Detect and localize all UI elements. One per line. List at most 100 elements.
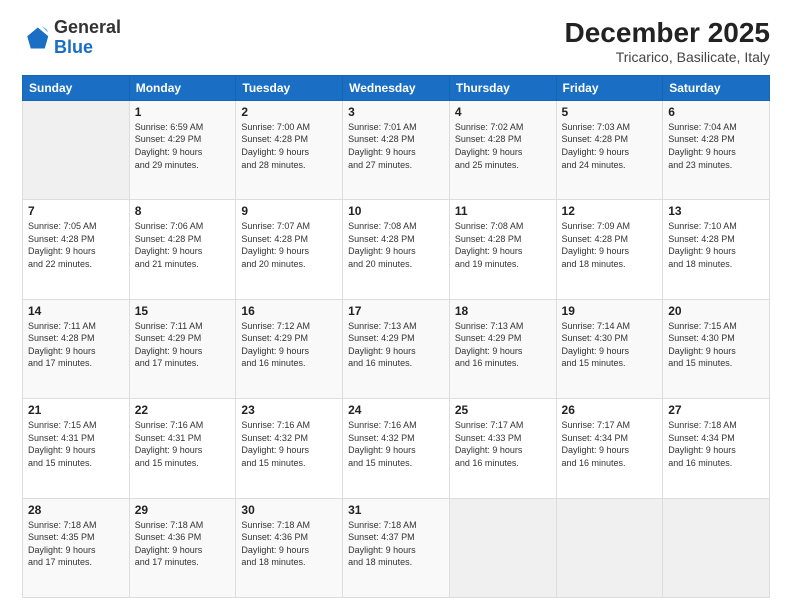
day-number: 4 <box>455 105 551 119</box>
calendar-week-1: 1Sunrise: 6:59 AM Sunset: 4:29 PM Daylig… <box>23 100 770 199</box>
day-number: 9 <box>241 204 337 218</box>
calendar-week-4: 21Sunrise: 7:15 AM Sunset: 4:31 PM Dayli… <box>23 399 770 498</box>
calendar-cell: 1Sunrise: 6:59 AM Sunset: 4:29 PM Daylig… <box>129 100 236 199</box>
day-info: Sunrise: 7:14 AM Sunset: 4:30 PM Dayligh… <box>562 320 658 370</box>
calendar-title: December 2025 <box>565 18 770 49</box>
day-info: Sunrise: 7:18 AM Sunset: 4:37 PM Dayligh… <box>348 519 444 569</box>
day-number: 7 <box>28 204 124 218</box>
col-monday: Monday <box>129 75 236 100</box>
calendar-cell: 16 Sunrise: 7:12 AM Sunset: 4:29 PM Dayli… <box>236 299 343 398</box>
calendar-cell: 18Sunrise: 7:13 AM Sunset: 4:29 PM Dayli… <box>449 299 556 398</box>
day-info: Sunrise: 7:18 AM Sunset: 4:34 PM Dayligh… <box>668 419 764 469</box>
day-info: Sunrise: 7:08 AM Sunset: 4:28 PM Dayligh… <box>455 220 551 270</box>
calendar-cell: 27Sunrise: 7:18 AM Sunset: 4:34 PM Dayli… <box>663 399 770 498</box>
day-info: Sunrise: 7:17 AM Sunset: 4:33 PM Dayligh… <box>455 419 551 469</box>
calendar-cell <box>23 100 130 199</box>
day-number: 17 <box>348 304 444 318</box>
day-info: Sunrise: 7:18 AM Sunset: 4:36 PM Dayligh… <box>135 519 231 569</box>
calendar-cell: 7 Sunrise: 7:05 AM Sunset: 4:28 PM Daylig… <box>23 200 130 299</box>
col-thursday: Thursday <box>449 75 556 100</box>
calendar-subtitle: Tricarico, Basilicate, Italy <box>565 49 770 65</box>
calendar-cell: 24Sunrise: 7:16 AM Sunset: 4:32 PM Dayli… <box>343 399 450 498</box>
day-info: Sunrise: 7:12 AM Sunset: 4:29 PM Dayligh… <box>241 320 337 370</box>
day-number: 28 <box>28 503 124 517</box>
col-saturday: Saturday <box>663 75 770 100</box>
day-number: 25 <box>455 403 551 417</box>
day-info: Sunrise: 7:07 AM Sunset: 4:28 PM Dayligh… <box>241 220 337 270</box>
day-number: 14 <box>28 304 124 318</box>
calendar-cell: 5 Sunrise: 7:03 AM Sunset: 4:28 PM Daylig… <box>556 100 663 199</box>
header: General Blue December 2025 Tricarico, Ba… <box>22 18 770 65</box>
calendar-cell: 6 Sunrise: 7:04 AM Sunset: 4:28 PM Daylig… <box>663 100 770 199</box>
day-info: Sunrise: 7:16 AM Sunset: 4:32 PM Dayligh… <box>348 419 444 469</box>
calendar-table: Sunday Monday Tuesday Wednesday Thursday… <box>22 75 770 598</box>
header-row: Sunday Monday Tuesday Wednesday Thursday… <box>23 75 770 100</box>
day-number: 16 <box>241 304 337 318</box>
day-info: Sunrise: 7:17 AM Sunset: 4:34 PM Dayligh… <box>562 419 658 469</box>
day-number: 10 <box>348 204 444 218</box>
day-info: Sunrise: 7:04 AM Sunset: 4:28 PM Dayligh… <box>668 121 764 171</box>
calendar-cell: 4 Sunrise: 7:02 AM Sunset: 4:28 PM Daylig… <box>449 100 556 199</box>
day-number: 6 <box>668 105 764 119</box>
day-info: Sunrise: 7:00 AM Sunset: 4:28 PM Dayligh… <box>241 121 337 171</box>
day-info: Sunrise: 6:59 AM Sunset: 4:29 PM Dayligh… <box>135 121 231 171</box>
day-info: Sunrise: 7:18 AM Sunset: 4:36 PM Dayligh… <box>241 519 337 569</box>
day-number: 3 <box>348 105 444 119</box>
calendar-cell: 19 Sunrise: 7:14 AM Sunset: 4:30 PM Dayli… <box>556 299 663 398</box>
day-number: 13 <box>668 204 764 218</box>
day-info: Sunrise: 7:15 AM Sunset: 4:30 PM Dayligh… <box>668 320 764 370</box>
day-number: 20 <box>668 304 764 318</box>
calendar-cell: 13 Sunrise: 7:10 AM Sunset: 4:28 PM Dayli… <box>663 200 770 299</box>
day-number: 31 <box>348 503 444 517</box>
logo-general: General <box>54 17 121 37</box>
day-number: 5 <box>562 105 658 119</box>
day-info: Sunrise: 7:03 AM Sunset: 4:28 PM Dayligh… <box>562 121 658 171</box>
logo: General Blue <box>22 18 121 58</box>
day-number: 2 <box>241 105 337 119</box>
col-sunday: Sunday <box>23 75 130 100</box>
day-info: Sunrise: 7:08 AM Sunset: 4:28 PM Dayligh… <box>348 220 444 270</box>
col-tuesday: Tuesday <box>236 75 343 100</box>
calendar-cell: 29 Sunrise: 7:18 AM Sunset: 4:36 PM Dayli… <box>129 498 236 597</box>
calendar-cell: 14 Sunrise: 7:11 AM Sunset: 4:28 PM Dayli… <box>23 299 130 398</box>
calendar-cell: 3Sunrise: 7:01 AM Sunset: 4:28 PM Daylig… <box>343 100 450 199</box>
day-info: Sunrise: 7:05 AM Sunset: 4:28 PM Dayligh… <box>28 220 124 270</box>
calendar-cell: 15 Sunrise: 7:11 AM Sunset: 4:29 PM Dayli… <box>129 299 236 398</box>
logo-blue: Blue <box>54 37 93 57</box>
calendar-cell <box>556 498 663 597</box>
day-number: 18 <box>455 304 551 318</box>
calendar-cell: 9 Sunrise: 7:07 AM Sunset: 4:28 PM Daylig… <box>236 200 343 299</box>
day-number: 22 <box>135 403 231 417</box>
day-number: 15 <box>135 304 231 318</box>
calendar-week-3: 14 Sunrise: 7:11 AM Sunset: 4:28 PM Dayli… <box>23 299 770 398</box>
day-number: 21 <box>28 403 124 417</box>
day-number: 29 <box>135 503 231 517</box>
day-info: Sunrise: 7:10 AM Sunset: 4:28 PM Dayligh… <box>668 220 764 270</box>
calendar-cell: 30Sunrise: 7:18 AM Sunset: 4:36 PM Dayli… <box>236 498 343 597</box>
calendar-cell: 17 Sunrise: 7:13 AM Sunset: 4:29 PM Dayli… <box>343 299 450 398</box>
col-friday: Friday <box>556 75 663 100</box>
calendar-cell: 23Sunrise: 7:16 AM Sunset: 4:32 PM Dayli… <box>236 399 343 498</box>
calendar-cell: 26 Sunrise: 7:17 AM Sunset: 4:34 PM Dayli… <box>556 399 663 498</box>
logo-icon <box>22 24 50 52</box>
calendar-cell: 25 Sunrise: 7:17 AM Sunset: 4:33 PM Dayli… <box>449 399 556 498</box>
day-info: Sunrise: 7:09 AM Sunset: 4:28 PM Dayligh… <box>562 220 658 270</box>
calendar-week-2: 7 Sunrise: 7:05 AM Sunset: 4:28 PM Daylig… <box>23 200 770 299</box>
page: General Blue December 2025 Tricarico, Ba… <box>0 0 792 612</box>
col-wednesday: Wednesday <box>343 75 450 100</box>
day-number: 8 <box>135 204 231 218</box>
day-number: 19 <box>562 304 658 318</box>
day-info: Sunrise: 7:02 AM Sunset: 4:28 PM Dayligh… <box>455 121 551 171</box>
calendar-cell: 12 Sunrise: 7:09 AM Sunset: 4:28 PM Dayli… <box>556 200 663 299</box>
day-number: 26 <box>562 403 658 417</box>
day-info: Sunrise: 7:16 AM Sunset: 4:31 PM Dayligh… <box>135 419 231 469</box>
calendar-cell: 10 Sunrise: 7:08 AM Sunset: 4:28 PM Dayli… <box>343 200 450 299</box>
calendar-cell: 20 Sunrise: 7:15 AM Sunset: 4:30 PM Dayli… <box>663 299 770 398</box>
day-info: Sunrise: 7:06 AM Sunset: 4:28 PM Dayligh… <box>135 220 231 270</box>
day-number: 12 <box>562 204 658 218</box>
day-info: Sunrise: 7:11 AM Sunset: 4:29 PM Dayligh… <box>135 320 231 370</box>
logo-text: General Blue <box>54 18 121 58</box>
day-info: Sunrise: 7:11 AM Sunset: 4:28 PM Dayligh… <box>28 320 124 370</box>
day-number: 23 <box>241 403 337 417</box>
day-info: Sunrise: 7:13 AM Sunset: 4:29 PM Dayligh… <box>348 320 444 370</box>
